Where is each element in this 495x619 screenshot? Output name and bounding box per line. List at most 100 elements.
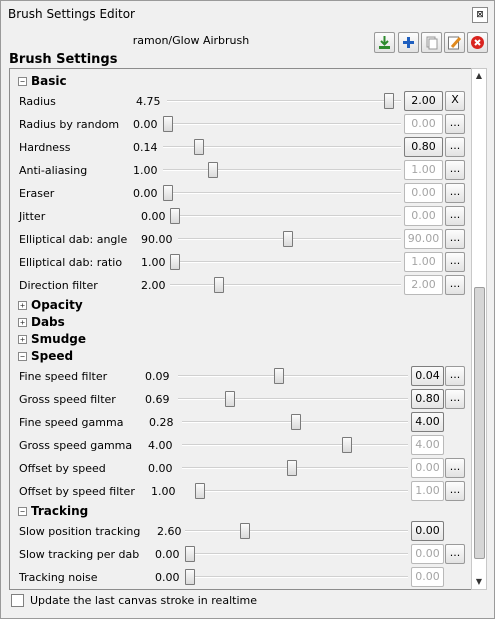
details-button[interactable]: ... [445,458,465,478]
setting-value: 0.00 [133,118,158,131]
setting-row-gross-speed-gamma: Gross speed gamma 4.00 4.00 [10,434,471,456]
copy-brush-button[interactable] [421,32,442,53]
slider-thumb[interactable] [195,483,205,499]
slider-thumb[interactable] [208,162,218,178]
collapse-icon[interactable]: − [18,507,27,516]
collapse-icon[interactable]: − [18,352,27,361]
settings-list: − Basic Radius 4.75 2.00 X Radius by ran… [10,69,471,589]
details-button[interactable]: ... [445,366,465,386]
details-button[interactable]: ... [445,114,465,134]
slider-thumb[interactable] [274,368,284,384]
base-value-button[interactable]: 0.04 [411,366,444,386]
slider-thumb[interactable] [170,208,180,224]
details-button[interactable]: ... [445,275,465,295]
base-value-field[interactable]: 4.00 [411,435,444,455]
scrollbar-thumb[interactable] [474,287,485,559]
expand-icon[interactable]: + [18,301,27,310]
slider-thumb[interactable] [342,437,352,453]
details-button[interactable]: ... [445,160,465,180]
base-value-button[interactable]: 0.80 [404,137,443,157]
slider-track[interactable] [170,215,401,217]
slider-track[interactable] [163,192,401,194]
scroll-down-arrow-icon[interactable]: ▼ [472,575,486,589]
details-button[interactable]: ... [445,229,465,249]
slider-track[interactable] [178,398,408,400]
base-value-field[interactable]: 1.00 [404,160,443,180]
expand-icon[interactable]: + [18,318,27,327]
slider-thumb[interactable] [194,139,204,155]
base-value-field[interactable]: 2.00 [404,275,443,295]
setting-label: Offset by speed [19,462,106,475]
slider-thumb[interactable] [163,185,173,201]
base-value-button[interactable]: 4.00 [411,412,444,432]
base-value-field[interactable]: 0.00 [404,114,443,134]
save-brush-button[interactable] [374,32,395,53]
slider-track[interactable] [170,261,401,263]
slider-track[interactable] [163,123,401,125]
base-value-field[interactable]: 0.00 [404,183,443,203]
slider-thumb[interactable] [291,414,301,430]
delete-brush-button[interactable] [467,32,488,53]
section-speed-label: Speed [31,349,74,363]
slider-thumb[interactable] [185,569,195,585]
slider-thumb[interactable] [287,460,297,476]
slider-track[interactable] [185,553,408,555]
base-value-button[interactable]: 0.80 [411,389,444,409]
slider-thumb[interactable] [384,93,394,109]
base-value-field[interactable]: 0.00 [411,544,444,564]
slider-thumb[interactable] [283,231,293,247]
details-button[interactable]: ... [445,252,465,272]
slider-thumb[interactable] [225,391,235,407]
base-value-field[interactable]: 0.00 [411,458,444,478]
base-value-field[interactable]: 0.00 [404,206,443,226]
setting-row-tracking-noise: Tracking noise 0.00 0.00 [10,566,471,588]
slider-thumb[interactable] [240,523,250,539]
setting-row-slow-position-tracking: Slow position tracking 2.60 0.00 [10,520,471,542]
reset-button[interactable]: X [445,91,465,111]
base-value-button[interactable]: 0.00 [411,521,444,541]
details-button[interactable]: ... [445,544,465,564]
base-value-button[interactable]: 2.00 [404,91,443,111]
slider-track[interactable] [185,576,408,578]
base-value-field[interactable]: 1.00 [404,252,443,272]
slider-track[interactable] [170,284,401,286]
slider-track[interactable] [167,100,401,102]
details-button[interactable]: ... [445,137,465,157]
setting-label: Anti-aliasing [19,164,88,177]
section-smudge-label: Smudge [31,332,87,346]
window-close-button[interactable]: ⊠ [472,7,488,23]
setting-row-offset-by-speed: Offset by speed 0.00 0.00 ... [10,457,471,479]
scroll-up-arrow-icon[interactable]: ▲ [472,69,486,83]
settings-scrollbar[interactable]: ▲ ▼ [471,68,487,590]
base-value-field[interactable]: 90.00 [404,229,443,249]
setting-value: 0.00 [155,571,180,584]
setting-row-fine-speed-filter: Fine speed filter 0.09 0.04 ... [10,365,471,387]
edit-brush-button[interactable] [444,32,465,53]
base-value-field[interactable]: 0.00 [411,567,444,587]
slider-track[interactable] [163,169,401,171]
slider-track[interactable] [182,444,408,446]
slider-thumb[interactable] [214,277,224,293]
slider-thumb[interactable] [170,254,180,270]
collapse-icon[interactable]: − [18,77,27,86]
setting-label: Radius by random [19,118,120,131]
slider-track[interactable] [195,490,408,492]
details-button[interactable]: ... [445,206,465,226]
setting-value: 0.09 [145,370,170,383]
realtime-update-label[interactable]: Update the last canvas stroke in realtim… [30,594,257,607]
details-button[interactable]: ... [445,481,465,501]
realtime-update-checkbox[interactable] [11,594,24,607]
slider-thumb[interactable] [185,546,195,562]
new-brush-button[interactable] [398,32,419,53]
details-button[interactable]: ... [445,389,465,409]
slider-track[interactable] [185,530,408,532]
slider-thumb[interactable] [163,116,173,132]
setting-row-elliptical-dab-angle: Elliptical dab: angle 90.00 90.00 ... [10,228,471,250]
brush-settings-heading: Brush Settings [9,52,118,67]
slider-track[interactable] [178,375,408,377]
expand-icon[interactable]: + [18,335,27,344]
details-button[interactable]: ... [445,183,465,203]
base-value-field[interactable]: 1.00 [411,481,444,501]
brush-settings-window: Brush Settings Editor ⊠ ramon/Glow Airbr… [0,0,495,619]
setting-row-slow-tracking-per-dab: Slow tracking per dab 0.00 0.00 ... [10,543,471,565]
